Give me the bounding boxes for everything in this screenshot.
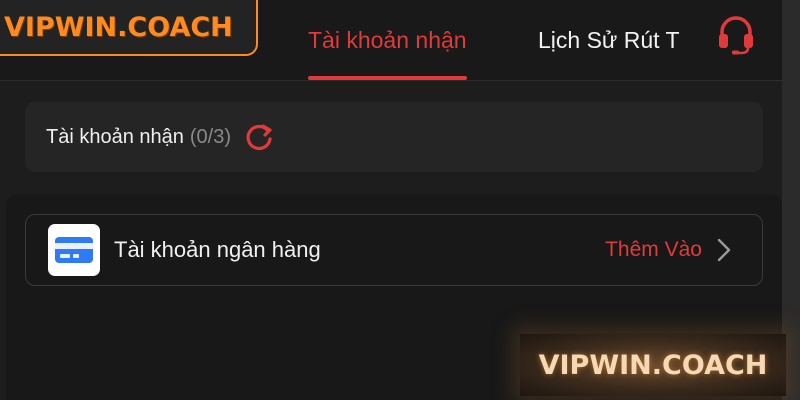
tab-withdrawal-history-label: Lịch Sử Rút T xyxy=(538,26,680,53)
refresh-icon[interactable] xyxy=(243,121,275,153)
accounts-counter-card: Tài khoản nhận (0/3) xyxy=(25,102,763,172)
chevron-right-icon[interactable] xyxy=(716,236,736,264)
accounts-count: (0/3) xyxy=(189,125,232,148)
add-bank-button[interactable]: Thêm Vào xyxy=(605,238,702,262)
top-header: VIPWIN.COACH Tài khoản nhận Lịch Sử Rút … xyxy=(0,0,782,81)
add-bank-account-row[interactable]: Tài khoản ngân hàng Thêm Vào xyxy=(25,214,763,286)
watermark-text: VIPWIN.COACH xyxy=(538,349,768,381)
accounts-title: Tài khoản nhận xyxy=(46,125,184,148)
brand-logo[interactable]: VIPWIN.COACH xyxy=(0,0,258,56)
watermark-banner: VIPWIN.COACH xyxy=(520,334,786,396)
credit-card-icon xyxy=(48,224,100,276)
active-tab-indicator xyxy=(308,76,467,80)
headset-icon[interactable] xyxy=(711,12,761,58)
tab-receiving-accounts[interactable]: Tài khoản nhận xyxy=(308,0,467,80)
tab-withdrawal-history[interactable]: Lịch Sử Rút T xyxy=(538,0,680,80)
logo-text: VIPWIN.COACH xyxy=(4,11,233,43)
bank-account-label: Tài khoản ngân hàng xyxy=(114,237,321,262)
tab-receiving-accounts-label: Tài khoản nhận xyxy=(308,26,467,53)
